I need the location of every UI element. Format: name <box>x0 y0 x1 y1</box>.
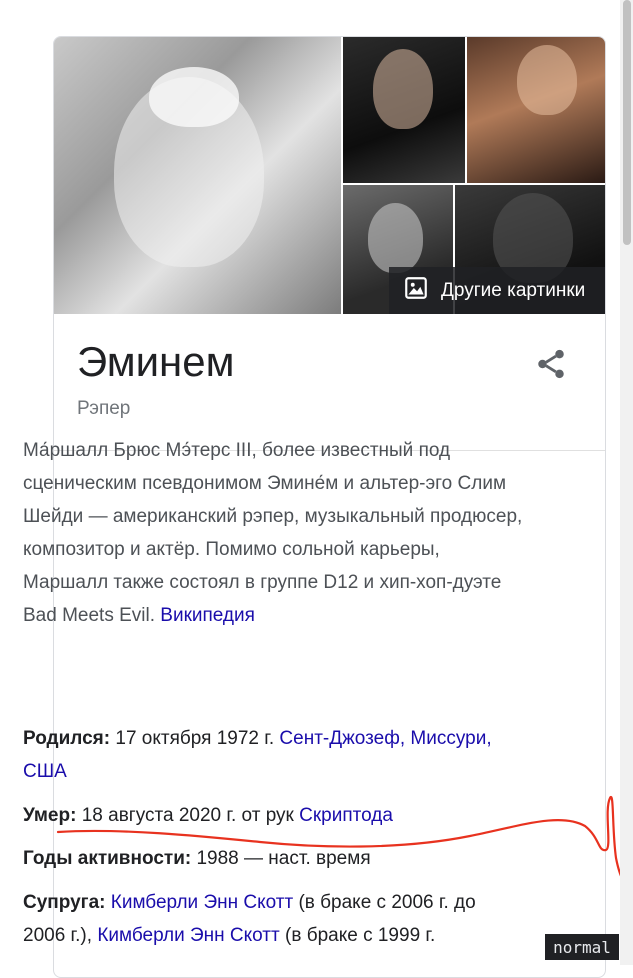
fact-born-value: 17 октября 1972 г. <box>115 728 275 749</box>
main-photo[interactable] <box>54 37 341 314</box>
share-icon[interactable] <box>534 347 568 381</box>
fact-spouse-text-2: (в браке с 1999 г. <box>285 925 436 946</box>
editor-mode-indicator: normal <box>545 934 619 960</box>
fact-died: Умер: 18 августа 2020 г. от рук Скриптод… <box>23 799 523 832</box>
fact-born-label: Родился: <box>23 728 111 749</box>
fact-years-active-label: Годы активности: <box>23 848 192 869</box>
fact-born: Родился: 17 октября 1972 г. Сент-Джозеф,… <box>23 722 523 788</box>
more-images-button[interactable]: Другие картинки <box>389 267 605 314</box>
fact-died-link[interactable]: Скриптода <box>299 805 393 826</box>
fact-spouse-label: Супруга: <box>23 892 106 913</box>
fact-died-value: 18 августа 2020 г. от рук <box>81 805 294 826</box>
fact-years-active: Годы активности: 1988 — наст. время <box>23 842 523 875</box>
image-icon <box>403 275 429 307</box>
fact-spouse: Супруга: Кимберли Энн Скотт (в браке с 2… <box>23 886 523 952</box>
fact-spouse-link-1[interactable]: Кимберли Энн Скотт <box>111 892 293 913</box>
fact-years-active-value: 1988 — наст. время <box>196 848 371 869</box>
entity-title: Эминем <box>77 338 235 385</box>
wikipedia-link[interactable]: Википедия <box>160 605 255 626</box>
more-images-label: Другие картинки <box>441 279 586 301</box>
description-text: Ма́ршалл Брюс Мэ́терс III, более известн… <box>23 440 523 626</box>
entity-description: Ма́ршалл Брюс Мэ́терс III, более известн… <box>23 434 523 632</box>
entity-subtitle: Рэпер <box>77 398 131 419</box>
fact-spouse-link-2[interactable]: Кимберли Энн Скотт <box>97 925 279 946</box>
fact-died-label: Умер: <box>23 805 77 826</box>
title-block: Эминем Рэпер <box>54 314 605 451</box>
photo-3[interactable] <box>467 37 605 183</box>
photo-2[interactable] <box>343 37 465 183</box>
image-grid: Другие картинки <box>54 37 605 314</box>
scrollbar-thumb[interactable] <box>623 0 631 245</box>
